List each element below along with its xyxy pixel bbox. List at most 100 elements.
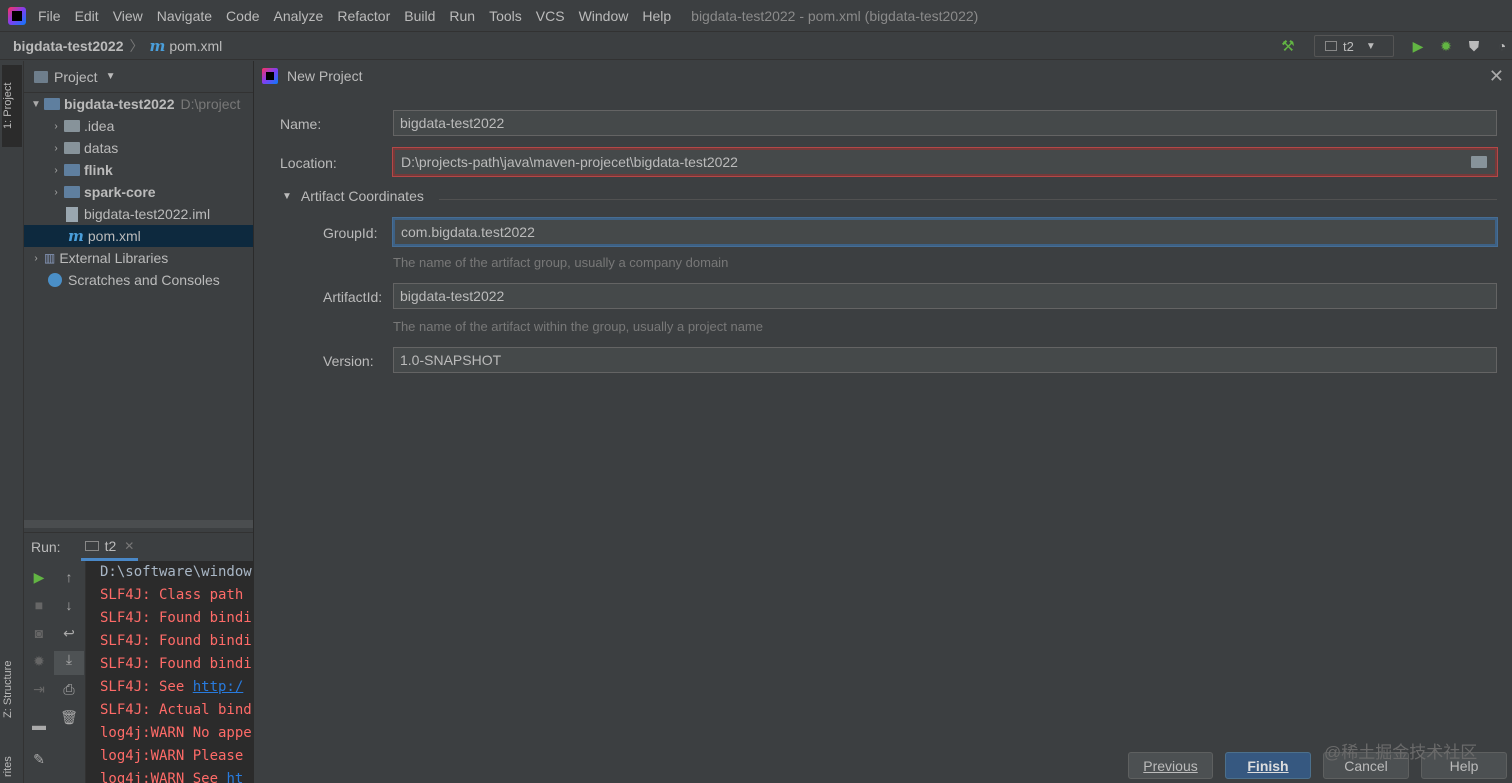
- breadcrumb-file[interactable]: pom.xml: [169, 38, 222, 54]
- scroll-to-end-icon[interactable]: ⤓: [54, 651, 84, 675]
- tree-item-label: pom.xml: [87, 228, 141, 244]
- browse-folder-icon[interactable]: [1471, 156, 1487, 168]
- console-output[interactable]: D:\software\window SLF4J: Class path SLF…: [86, 561, 253, 783]
- menu-refactor[interactable]: Refactor: [337, 8, 390, 24]
- artifactid-hint: The name of the artifact within the grou…: [393, 319, 763, 334]
- print-icon[interactable]: ⎙: [54, 681, 84, 698]
- name-input[interactable]: [400, 115, 1496, 131]
- artifactid-field[interactable]: [393, 283, 1497, 309]
- version-input[interactable]: [400, 352, 1496, 368]
- project-panel-header[interactable]: Project ▼: [24, 61, 253, 93]
- tree-external-libraries[interactable]: › ▥ External Libraries: [24, 247, 253, 269]
- close-icon[interactable]: ✕: [124, 539, 134, 553]
- version-field[interactable]: [393, 347, 1497, 373]
- left-tool-strip: 1: Project Z: Structure rites: [0, 61, 24, 783]
- artifactid-input[interactable]: [400, 288, 1496, 304]
- arrow-down-icon[interactable]: ↓: [54, 597, 84, 613]
- previous-button[interactable]: Previous: [1128, 752, 1213, 779]
- watermark: @稀土掘金技术社区: [1324, 743, 1478, 762]
- menu-tools[interactable]: Tools: [489, 8, 522, 24]
- tab-favorites[interactable]: rites: [2, 751, 22, 783]
- console-line: SLF4J: Actual bind: [100, 702, 252, 718]
- tree-scratches[interactable]: Scratches and Consoles: [24, 269, 253, 291]
- project-panel-title: Project: [54, 68, 98, 85]
- dialog-title: New Project: [287, 68, 363, 84]
- profiler-icon[interactable]: ◔: [1492, 38, 1512, 54]
- console-line: SLF4J: Found bindi: [100, 656, 252, 672]
- run-config-selector[interactable]: t2 ▼: [1314, 35, 1394, 57]
- console-line: log4j:WARN Please: [100, 748, 244, 764]
- menu-analyze[interactable]: Analyze: [274, 8, 324, 24]
- collapse-arrow-icon[interactable]: ›: [28, 253, 44, 264]
- location-field[interactable]: [393, 148, 1497, 176]
- module-folder-icon: [64, 186, 80, 198]
- run-tab-t2[interactable]: t2 ✕: [80, 533, 139, 561]
- tree-item-flink[interactable]: › flink: [24, 159, 253, 181]
- location-input[interactable]: [401, 154, 1495, 170]
- tree-item-spark-core[interactable]: › spark-core: [24, 181, 253, 203]
- tree-root-project[interactable]: ▼ bigdata-test2022 D:\project: [24, 93, 253, 115]
- breadcrumb-project[interactable]: bigdata-test2022: [13, 38, 123, 54]
- run-panel-header: Run: t2 ✕: [24, 533, 253, 561]
- menu-navigate[interactable]: Navigate: [157, 8, 212, 24]
- debug-icon[interactable]: ✹: [1436, 38, 1456, 55]
- debug-bug-icon[interactable]: ✹: [24, 653, 54, 670]
- console-line: SLF4J: Found bindi: [100, 610, 252, 626]
- tab-structure[interactable]: Z: Structure: [2, 646, 22, 732]
- collapse-arrow-icon[interactable]: ›: [48, 165, 64, 176]
- menu-code[interactable]: Code: [226, 8, 259, 24]
- menu-view[interactable]: View: [113, 8, 143, 24]
- menu-build[interactable]: Build: [404, 8, 435, 24]
- maven-icon: m: [149, 36, 166, 55]
- project-horizontal-scrollbar[interactable]: [24, 520, 253, 528]
- trash-icon[interactable]: 🗑: [54, 709, 84, 726]
- menu-file[interactable]: File: [38, 8, 61, 24]
- menu-edit[interactable]: Edit: [75, 8, 99, 24]
- folder-icon: [64, 142, 80, 154]
- collapse-arrow-icon[interactable]: ›: [48, 121, 64, 132]
- run-config-label: t2: [1343, 38, 1354, 54]
- tree-item-iml[interactable]: bigdata-test2022.iml: [24, 203, 253, 225]
- menu-help[interactable]: Help: [642, 8, 671, 24]
- location-label: Location:: [280, 155, 337, 171]
- menu-window[interactable]: Window: [579, 8, 629, 24]
- run-panel-label: Run:: [31, 539, 61, 555]
- run-tab-label: t2: [104, 537, 117, 554]
- finish-label: Finish: [1247, 757, 1289, 774]
- menu-vcs[interactable]: VCS: [536, 8, 565, 24]
- exit-icon[interactable]: ⇥: [24, 681, 54, 698]
- rerun-icon[interactable]: ▶: [24, 569, 54, 586]
- finish-button[interactable]: Finish: [1225, 752, 1311, 779]
- soft-wrap-icon[interactable]: ↩: [54, 625, 84, 642]
- expand-arrow-icon[interactable]: ▼: [28, 99, 44, 110]
- run-icon[interactable]: ▶: [1408, 38, 1428, 55]
- module-folder-icon: [44, 98, 60, 110]
- intellij-logo-icon: [8, 6, 26, 25]
- coverage-icon[interactable]: ⛊: [1464, 38, 1484, 55]
- collapse-arrow-icon[interactable]: ›: [48, 143, 64, 154]
- arrow-up-icon[interactable]: ↑: [54, 569, 84, 585]
- console-link[interactable]: ht: [226, 771, 243, 783]
- close-icon[interactable]: ✕: [1489, 66, 1504, 87]
- run-panel: Run: t2 ✕ ▶ ■ ◙ ✹ ⇥ ▬ ✎ ↑ ↓ ↩ ⤓ ⎙ 🗑 D:\s…: [24, 532, 253, 783]
- tree-item-datas[interactable]: › datas: [24, 137, 253, 159]
- run-toolbar-secondary: ↑ ↓ ↩ ⤓ ⎙ 🗑: [54, 561, 86, 783]
- tree-item-idea[interactable]: › .idea: [24, 115, 253, 137]
- collapse-arrow-icon[interactable]: ›: [48, 187, 64, 198]
- tree-item-pom[interactable]: m pom.xml: [24, 225, 253, 247]
- tab-project[interactable]: 1: Project: [2, 65, 22, 147]
- artifact-coordinates-toggle[interactable]: ▼ Artifact Coordinates: [282, 188, 424, 204]
- console-link[interactable]: http:/: [193, 679, 244, 695]
- project-panel: Project ▼ ▼ bigdata-test2022 D:\project …: [24, 61, 253, 525]
- groupid-label: GroupId:: [323, 225, 378, 241]
- groupid-field[interactable]: [393, 218, 1497, 246]
- build-hammer-icon[interactable]: ⚒: [1278, 37, 1298, 55]
- tree-root-name: bigdata-test2022: [64, 96, 175, 112]
- menu-run[interactable]: Run: [449, 8, 475, 24]
- pin-icon[interactable]: ✎: [24, 751, 54, 768]
- groupid-input[interactable]: [401, 224, 1495, 240]
- layout-icon[interactable]: ▬: [24, 717, 54, 733]
- name-field[interactable]: [393, 110, 1497, 136]
- stop-icon[interactable]: ■: [24, 597, 54, 613]
- camera-icon[interactable]: ◙: [24, 625, 54, 641]
